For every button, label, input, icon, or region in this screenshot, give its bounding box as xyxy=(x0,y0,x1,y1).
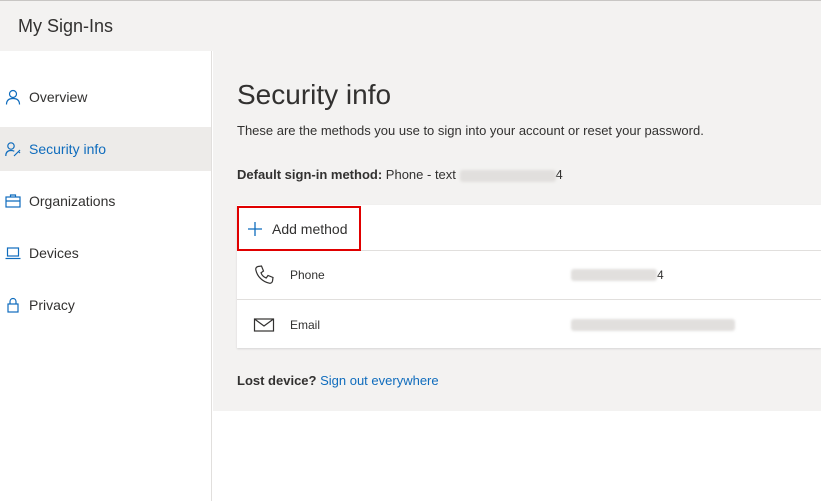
sign-out-everywhere-link[interactable]: Sign out everywhere xyxy=(320,373,439,388)
main-content: Security info These are the methods you … xyxy=(213,51,821,411)
sidebar-item-label: Organizations xyxy=(29,193,116,209)
sidebar-item-label: Overview xyxy=(29,89,88,105)
lost-device-label: Lost device? xyxy=(237,373,317,388)
sidebar-item-label: Security info xyxy=(29,141,107,157)
page-title: Security info xyxy=(237,79,392,110)
briefcase-icon xyxy=(5,193,21,209)
sidebar: Overview Security info Organizations Dev… xyxy=(0,51,212,501)
method-type-label: Email xyxy=(290,317,321,332)
sidebar-item-organizations[interactable]: Organizations xyxy=(0,179,211,223)
redacted-email-address xyxy=(571,318,735,331)
sidebar-item-privacy[interactable]: Privacy xyxy=(0,283,211,327)
method-type-label: Phone xyxy=(290,268,325,282)
redacted-phone-number xyxy=(571,269,657,281)
person-key-icon xyxy=(5,141,21,157)
method-value: 4 xyxy=(571,268,664,282)
add-method-label: Add method xyxy=(272,220,348,237)
method-value xyxy=(571,318,735,331)
default-method-value: Phone - text xyxy=(385,167,456,182)
default-method-label: Default sign-in method: xyxy=(237,167,383,182)
redacted-phone-number xyxy=(459,169,556,182)
method-row-email: Email xyxy=(237,300,821,349)
app-title: My Sign-Ins xyxy=(18,16,114,36)
methods-card: Add method Phone 4 Email xyxy=(237,205,821,348)
sidebar-item-security-info[interactable]: Security info xyxy=(0,127,211,171)
page-description: These are the methods you use to sign in… xyxy=(237,123,704,138)
sidebar-item-label: Privacy xyxy=(29,297,75,313)
method-value-suffix: 4 xyxy=(657,268,664,282)
default-sign-in-method: Default sign-in method: Phone - text 4 xyxy=(237,167,563,182)
sidebar-item-devices[interactable]: Devices xyxy=(0,231,211,275)
default-method-value-suffix: 4 xyxy=(555,167,563,182)
app-window: My Sign-Ins Overview Security info Organ… xyxy=(0,0,821,501)
laptop-icon xyxy=(5,245,21,261)
phone-icon xyxy=(253,264,275,286)
lost-device-section: Lost device? Sign out everywhere xyxy=(237,373,439,388)
add-method-row: Add method xyxy=(237,205,821,251)
mail-icon xyxy=(253,314,275,336)
method-row-phone: Phone 4 xyxy=(237,251,821,300)
app-header: My Sign-Ins xyxy=(0,0,821,51)
add-method-button[interactable]: Add method xyxy=(237,206,361,251)
sidebar-item-overview[interactable]: Overview xyxy=(0,75,211,119)
plus-icon xyxy=(248,221,262,236)
lock-icon xyxy=(5,297,21,313)
person-icon xyxy=(5,89,21,105)
sidebar-item-label: Devices xyxy=(29,245,79,261)
